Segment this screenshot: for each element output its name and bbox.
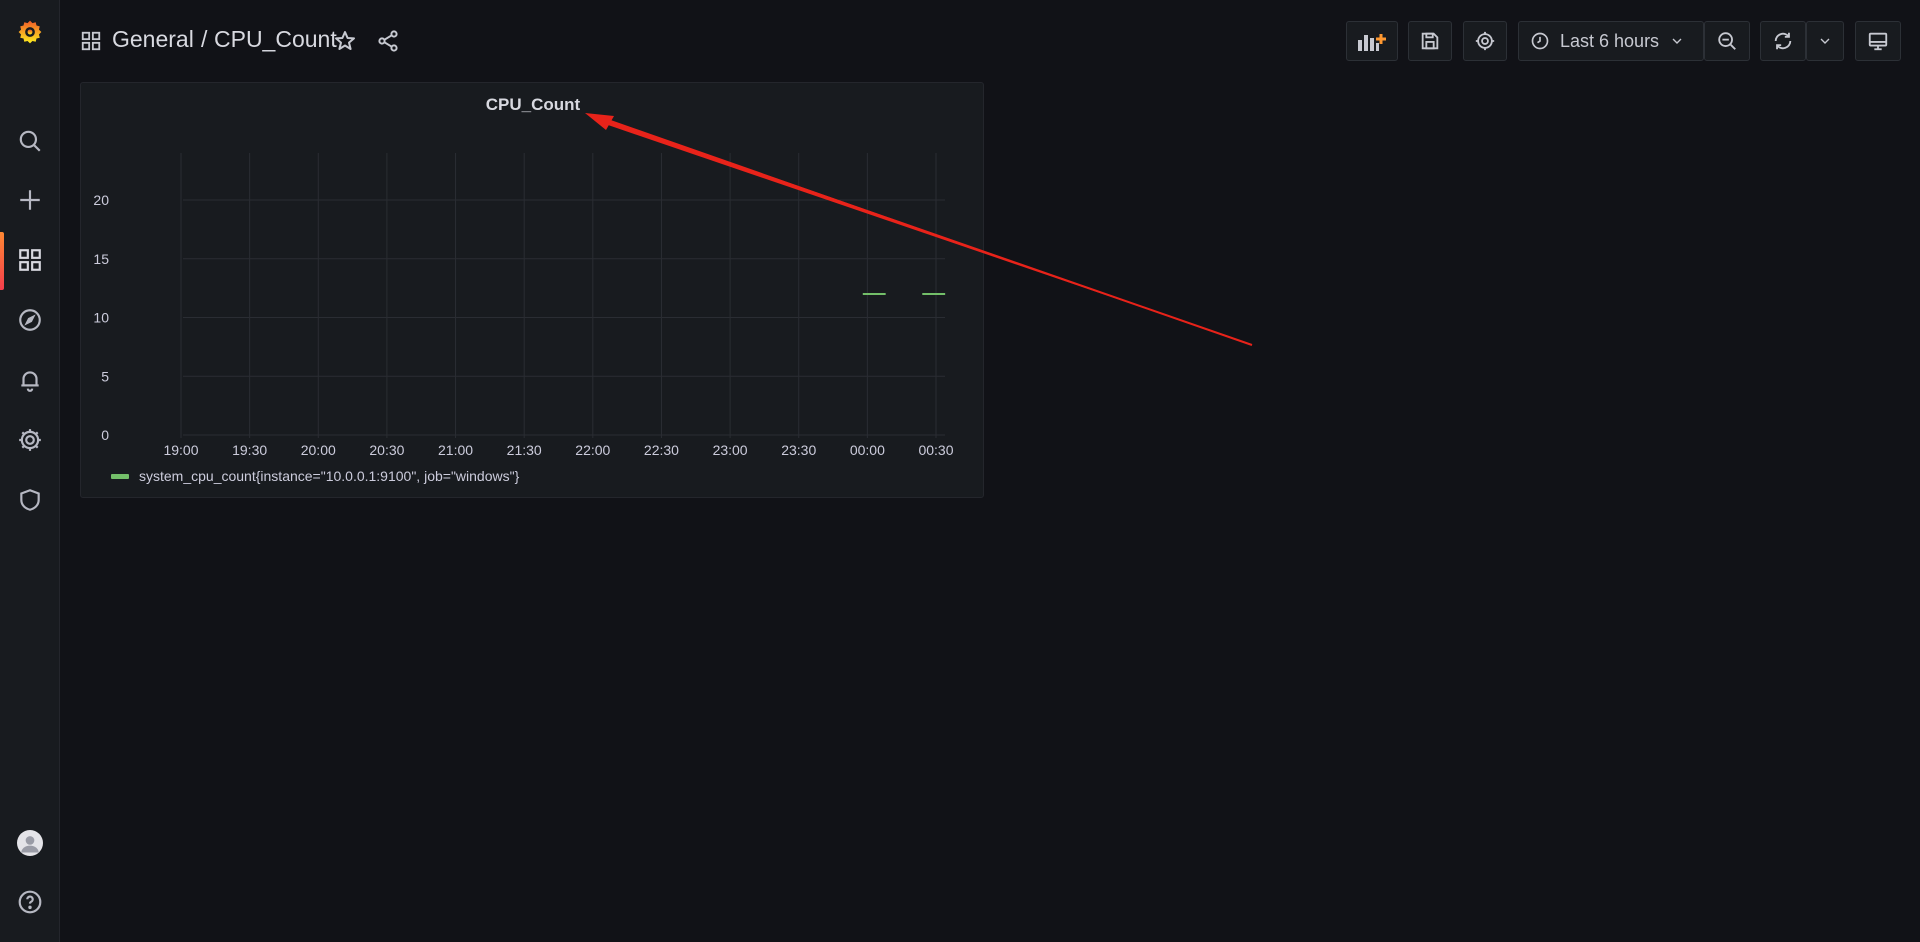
user-avatar[interactable] (0, 819, 59, 867)
grafana-logo-icon (18, 20, 41, 44)
graph-panel[interactable]: CPU_Count 0 5 10 15 20 19:00 19:30 20:00 20:30 21… (80, 82, 984, 498)
save-icon (1421, 32, 1439, 50)
breadcrumb-dashboard-title[interactable]: CPU_Count (214, 26, 337, 53)
x-tick-label: 19:00 (163, 442, 198, 458)
alerting-bell-icon[interactable] (0, 356, 59, 404)
zoom-out-icon (1718, 32, 1736, 50)
x-tick-label: 22:30 (644, 442, 679, 458)
legend-label: system_cpu_count{instance="10.0.0.1:9100… (139, 468, 520, 484)
save-dashboard-button[interactable] (1408, 21, 1452, 61)
add-panel-icon (1358, 34, 1386, 51)
y-tick-label: 10 (93, 310, 109, 326)
dashboards-icon[interactable] (0, 236, 59, 284)
zoom-out-button[interactable] (1704, 21, 1750, 61)
view-mode-button[interactable] (1855, 21, 1901, 61)
configuration-gear-icon[interactable] (0, 416, 59, 464)
help-icon[interactable] (0, 878, 59, 926)
explore-compass-icon[interactable] (0, 296, 59, 344)
x-tick-label: 00:30 (918, 442, 953, 458)
avatar-icon (16, 830, 43, 856)
x-tick-label: 21:30 (507, 442, 542, 458)
x-tick-label: 22:00 (575, 442, 610, 458)
chevron-down-icon (1672, 38, 1682, 44)
dashboard-grid-icon (81, 31, 101, 51)
refresh-icon (1774, 32, 1792, 50)
x-tick-label: 21:00 (438, 442, 473, 458)
legend-item[interactable]: system_cpu_count{instance="10.0.0.1:9100… (111, 468, 519, 484)
dashboard-settings-button[interactable] (1463, 21, 1507, 61)
refresh-button[interactable] (1760, 21, 1806, 61)
share-icon[interactable] (376, 29, 400, 53)
refresh-interval-dropdown[interactable] (1806, 21, 1844, 61)
x-tick-label: 00:00 (850, 442, 885, 458)
x-tick-label: 19:30 (232, 442, 267, 458)
x-tick-label: 20:00 (301, 442, 336, 458)
grafana-logo[interactable] (0, 8, 59, 56)
breadcrumb-separator: / (201, 26, 208, 52)
add-panel-button[interactable] (1346, 21, 1398, 61)
y-tick-label: 0 (101, 427, 109, 443)
legend-color-swatch (111, 473, 129, 479)
sidebar (0, 0, 60, 942)
y-tick-label: 15 (93, 251, 109, 267)
gear-icon (1475, 31, 1495, 51)
clock-icon (1531, 32, 1549, 50)
plus-icon[interactable] (0, 176, 59, 224)
time-range-label: Last 6 hours (1560, 30, 1660, 51)
search-icon[interactable] (0, 117, 59, 165)
star-icon[interactable] (333, 29, 357, 53)
chevron-down-icon (1820, 38, 1830, 44)
x-tick-label: 23:30 (781, 442, 816, 458)
time-series-chart[interactable]: 0 5 10 15 20 19:00 19:30 20:00 20:30 21:00 21:30 22… (81, 83, 985, 463)
breadcrumb-folder[interactable]: General (112, 26, 194, 53)
x-tick-label: 20:30 (369, 442, 404, 458)
y-tick-label: 5 (101, 368, 109, 384)
time-range-picker[interactable]: Last 6 hours (1518, 21, 1704, 61)
x-tick-label: 23:00 (713, 442, 748, 458)
y-tick-label: 20 (93, 192, 109, 208)
monitor-icon (1868, 32, 1888, 51)
server-admin-shield-icon[interactable] (0, 476, 59, 524)
